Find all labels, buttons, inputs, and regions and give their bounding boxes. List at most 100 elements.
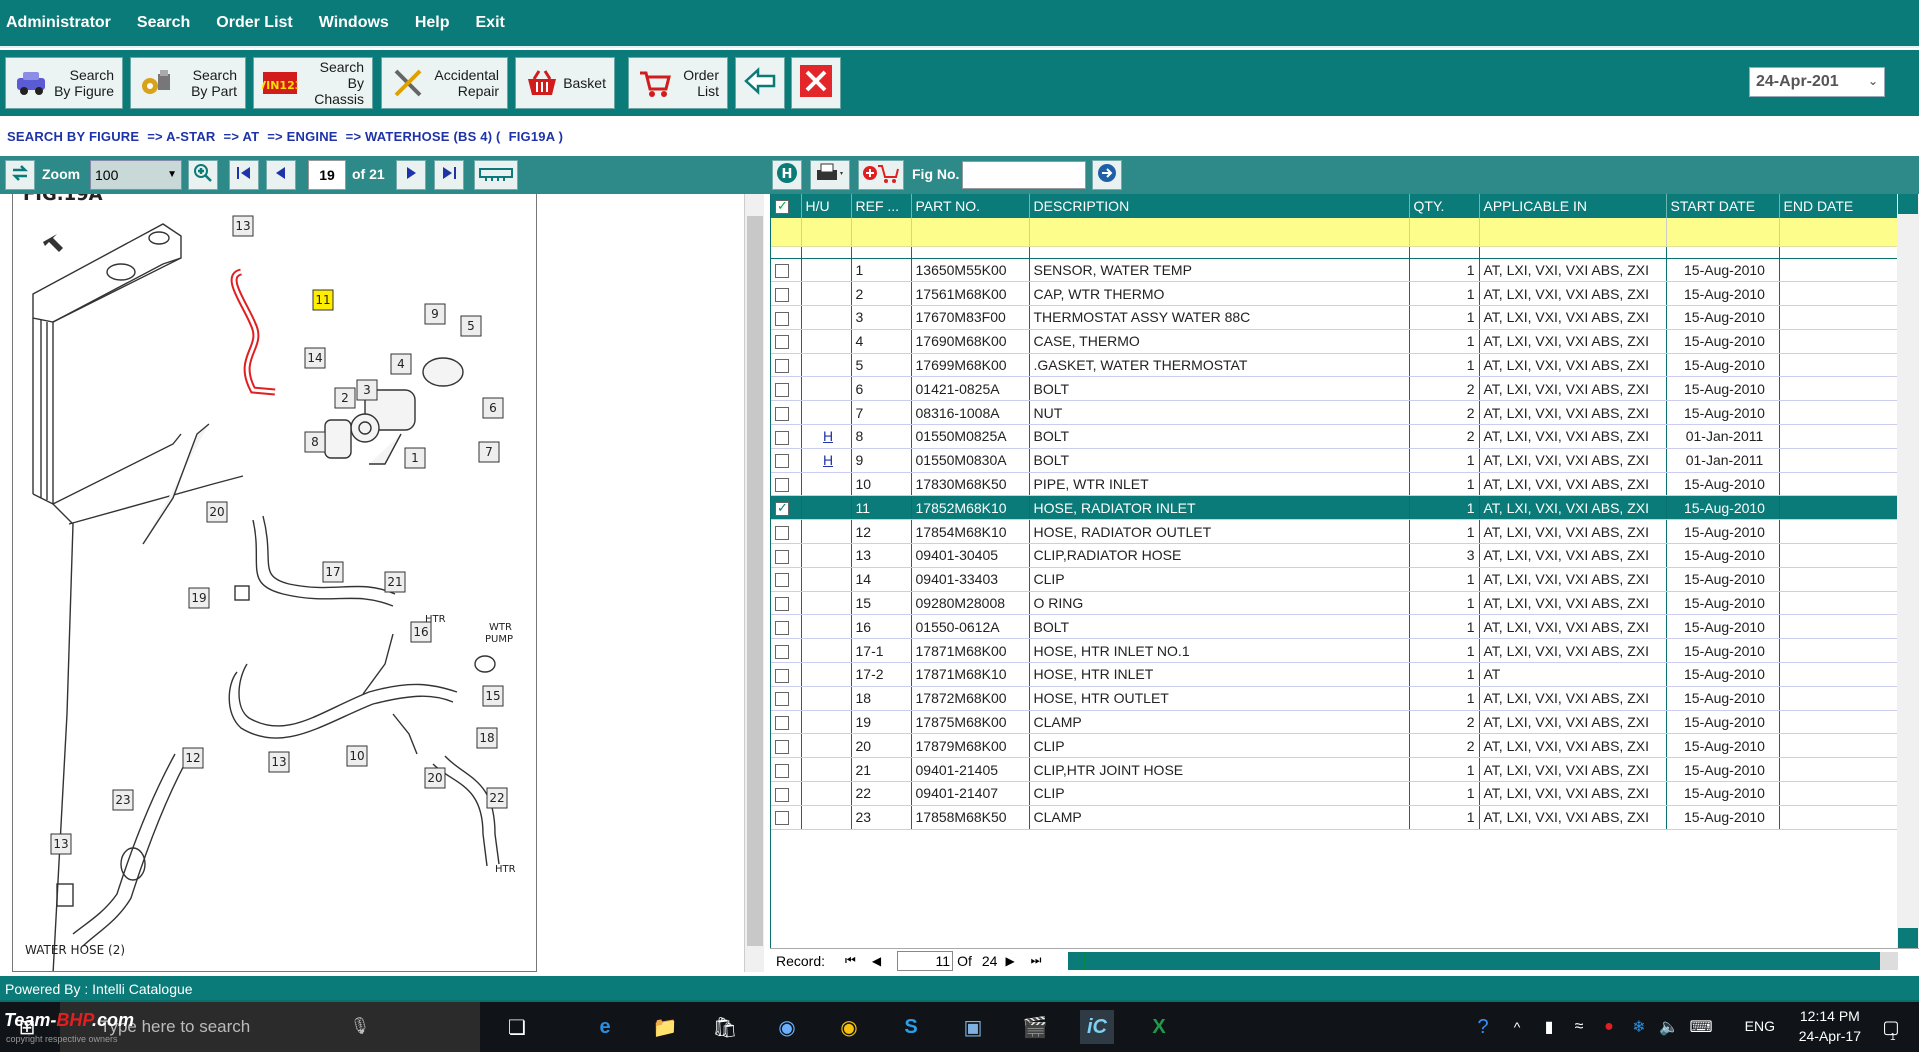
- row-checkbox[interactable]: [775, 644, 789, 659]
- table-row[interactable]: 20 17879M68K00 CLIP 2 AT, LXI, VXI, VXI ABS,…: [771, 733, 1899, 759]
- table-row[interactable]: 7 08316-1008A NUT 2 AT, LXI, VXI, VXI ABS, Z…: [771, 400, 1899, 426]
- col-header[interactable]: DESCRIPTION: [1029, 194, 1410, 218]
- volume-icon[interactable]: 🔈: [1652, 1010, 1686, 1044]
- callout-5[interactable]: 5: [460, 315, 482, 337]
- menu-exit[interactable]: Exit: [476, 14, 505, 32]
- menu-search[interactable]: Search: [137, 14, 190, 32]
- search-by-part-button[interactable]: Search By Part: [130, 57, 246, 109]
- accidental-repair-button[interactable]: Accidental Repair: [381, 57, 508, 109]
- battery-icon[interactable]: ▮: [1532, 1010, 1566, 1044]
- prev-record-icon[interactable]: ◀: [872, 954, 881, 968]
- callout-12[interactable]: 12: [182, 747, 204, 769]
- page-number-input[interactable]: 19: [308, 160, 346, 190]
- row-checkbox[interactable]: [775, 454, 789, 469]
- row-checkbox[interactable]: [775, 763, 789, 778]
- menu-help[interactable]: Help: [415, 14, 450, 32]
- table-row[interactable]: 3 17670M83F00 THERMOSTAT ASSY WATER 88C 1 AT…: [771, 305, 1899, 330]
- last-record-icon[interactable]: ⏭: [1031, 953, 1042, 968]
- table-row[interactable]: 1 13650M55K00 SENSOR, WATER TEMP 1 AT, LXI, …: [771, 258, 1899, 283]
- col-header[interactable]: H/U: [801, 194, 852, 218]
- callout-13c[interactable]: 13: [50, 833, 72, 855]
- wifi-icon[interactable]: ≈: [1562, 1010, 1596, 1044]
- callout-21[interactable]: 21: [384, 571, 406, 593]
- row-checkbox[interactable]: [775, 525, 789, 540]
- edge-icon[interactable]: e: [588, 1010, 622, 1044]
- first-record-icon[interactable]: ⏮: [845, 953, 856, 968]
- breadcrumb-item[interactable]: FIG19A ): [509, 129, 564, 144]
- menu-windows[interactable]: Windows: [319, 14, 389, 32]
- keyboard-icon[interactable]: ⌨: [1684, 1010, 1718, 1044]
- row-checkbox[interactable]: [775, 383, 789, 398]
- refresh-button[interactable]: [5, 160, 35, 190]
- scroll-down-icon[interactable]: [1898, 928, 1918, 948]
- callout-14[interactable]: 14: [304, 347, 326, 369]
- clock[interactable]: 12:14 PM 24-Apr-17: [1799, 1006, 1861, 1046]
- zoom-select[interactable]: 100 ▼: [90, 160, 182, 190]
- row-checkbox[interactable]: [775, 716, 789, 731]
- callout-13[interactable]: 13: [232, 215, 254, 237]
- row-checkbox[interactable]: [775, 597, 789, 612]
- row-checkbox[interactable]: [775, 287, 789, 302]
- search-by-figure-button[interactable]: Search By Figure: [5, 57, 123, 109]
- menu-order-list[interactable]: Order List: [216, 14, 292, 32]
- task-view-icon[interactable]: ❏: [500, 1010, 534, 1044]
- row-checkbox[interactable]: [775, 692, 789, 707]
- callout-9[interactable]: 9: [424, 303, 446, 325]
- figure-scroll-thumb[interactable]: [747, 216, 763, 946]
- last-page-button[interactable]: [434, 160, 464, 190]
- go-button[interactable]: [1092, 160, 1122, 190]
- callout-4[interactable]: 4: [390, 353, 412, 375]
- fig-no-input[interactable]: [962, 161, 1086, 189]
- callout-19[interactable]: 19: [188, 587, 210, 609]
- next-page-button[interactable]: [396, 160, 426, 190]
- hu-link[interactable]: H: [823, 452, 833, 468]
- close-button[interactable]: [791, 57, 841, 109]
- row-checkbox[interactable]: [775, 359, 789, 374]
- col-header[interactable]: APPLICABLE IN: [1479, 194, 1667, 218]
- filter-cell[interactable]: [1479, 218, 1667, 247]
- callout-2[interactable]: 2: [334, 387, 356, 409]
- hu-link[interactable]: H: [823, 428, 833, 444]
- grid-scrollbar[interactable]: [1897, 194, 1919, 948]
- table-row[interactable]: 21 09401-21405 CLIP,HTR JOINT HOSE 1 AT, LXI…: [771, 757, 1899, 783]
- table-row[interactable]: 13 09401-30405 CLIP,RADIATOR HOSE 3 AT, LXI,…: [771, 543, 1899, 568]
- table-row[interactable]: 16 01550-0612A BOLT 1 AT, LXI, VXI, VXI ABS,…: [771, 614, 1899, 640]
- fit-width-button[interactable]: [474, 160, 518, 190]
- table-row[interactable]: 17-2 17871M68K10 HOSE, HTR INLET 1 AT 15-Aug-…: [771, 662, 1899, 687]
- browser-icon[interactable]: ◉: [770, 1010, 804, 1044]
- prev-page-button[interactable]: [266, 160, 296, 190]
- date-picker[interactable]: 24-Apr-201 ⌄: [1749, 67, 1885, 97]
- parts-diagram[interactable]: FIG.19A 13 11 9 5 14 4 2 3 6 8 1 7 20 17…: [12, 194, 537, 972]
- search-by-chassis-button[interactable]: VIN123 Search By Chassis: [253, 57, 373, 109]
- callout-10[interactable]: 10: [346, 745, 368, 767]
- zoom-in-button[interactable]: [188, 160, 218, 190]
- col-header[interactable]: QTY.: [1409, 194, 1480, 218]
- table-row[interactable]: H 8 01550M0825A BOLT 2 AT, LXI, VXI, VXI ABS,…: [771, 424, 1899, 449]
- col-header[interactable]: END DATE: [1779, 194, 1899, 218]
- callout-8[interactable]: 8: [304, 431, 326, 453]
- window-app-icon[interactable]: ▣: [956, 1010, 990, 1044]
- row-checkbox[interactable]: [775, 335, 789, 350]
- row-checkbox[interactable]: [775, 811, 789, 826]
- basket-button[interactable]: Basket: [515, 57, 615, 109]
- chrome-icon[interactable]: ◉: [832, 1010, 866, 1044]
- bluetooth-icon[interactable]: ❄: [1622, 1010, 1656, 1044]
- callout-11[interactable]: 11: [312, 289, 334, 311]
- filter-cell[interactable]: [911, 218, 1030, 247]
- callout-18[interactable]: 18: [476, 727, 498, 749]
- table-row[interactable]: 15 09280M28008 O RING 1 AT, LXI, VXI, VXI AB…: [771, 591, 1899, 616]
- figure-scrollbar[interactable]: [744, 194, 764, 972]
- callout-6[interactable]: 6: [482, 397, 504, 419]
- row-checkbox[interactable]: [775, 573, 789, 588]
- scroll-right-icon[interactable]: [1880, 952, 1898, 970]
- breadcrumb-item[interactable]: => AT: [224, 129, 260, 144]
- next-record-icon[interactable]: ▶: [1005, 954, 1014, 968]
- col-header[interactable]: REF ...: [851, 194, 912, 218]
- row-checkbox[interactable]: [775, 430, 789, 445]
- back-button[interactable]: [735, 57, 785, 109]
- callout-22[interactable]: 22: [486, 787, 508, 809]
- callout-23[interactable]: 23: [112, 789, 134, 811]
- filter-cell[interactable]: [771, 218, 802, 247]
- store-icon[interactable]: 🛍: [708, 1010, 742, 1044]
- grid-horizontal-scrollbar[interactable]: [1068, 952, 1898, 970]
